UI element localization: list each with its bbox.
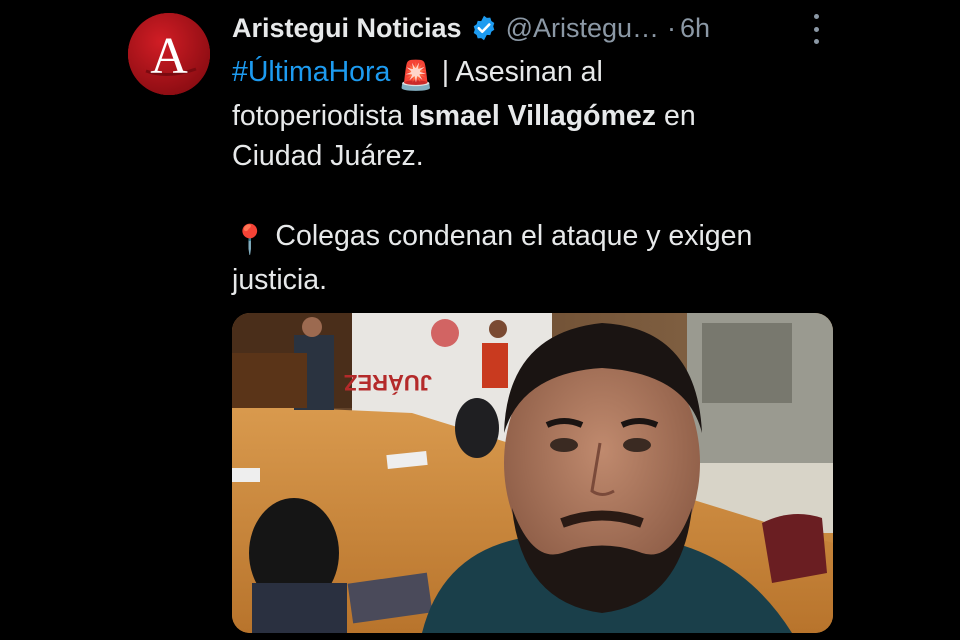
tweet-header: Aristegui Noticias @Aristegu… · 6h [232, 8, 840, 48]
tweet-line-1: #ÚltimaHora 🚨 | Asesinan al [232, 52, 832, 96]
avatar[interactable]: A [128, 13, 210, 95]
headline-part3: en [656, 100, 696, 132]
hashtag-link[interactable]: #ÚltimaHora [232, 56, 390, 88]
author-name[interactable]: Aristegui Noticias [232, 13, 462, 44]
tweet-line-5: 📍 Colegas condenan el ataque y exigen [232, 216, 832, 260]
author-handle[interactable]: @Aristegu… [506, 13, 659, 44]
subline-part1: Colegas condenan el ataque y exigen [267, 220, 753, 252]
avatar-logo: A [128, 13, 210, 95]
subline-part2: justicia. [232, 264, 328, 296]
photo-illustration: JUÁREZ [232, 313, 833, 633]
verified-badge-icon [470, 14, 498, 42]
headline-part2: fotoperiodista [232, 100, 412, 132]
divider: | [433, 56, 456, 88]
headline-part4: Ciudad Juárez. [232, 140, 424, 172]
tweet-text: #ÚltimaHora 🚨 | Asesinan al fotoperiodis… [232, 52, 832, 300]
separator-dot: · [667, 12, 677, 43]
tweet-line-2: fotoperiodista Ismael Villagómez en [232, 96, 832, 136]
headline-part1: Asesinan al [455, 56, 603, 88]
svg-text:JUÁREZ: JUÁREZ [344, 370, 432, 395]
pin-emoji: 📍 [232, 224, 268, 256]
more-options-icon[interactable] [808, 14, 824, 44]
svg-text:A: A [150, 28, 188, 85]
tweet-photo[interactable]: JUÁREZ [232, 313, 833, 633]
person-name: Ismael Villagómez [411, 100, 657, 132]
tweet-timestamp[interactable]: 6h [680, 13, 710, 44]
siren-emoji: 🚨 [398, 60, 434, 92]
